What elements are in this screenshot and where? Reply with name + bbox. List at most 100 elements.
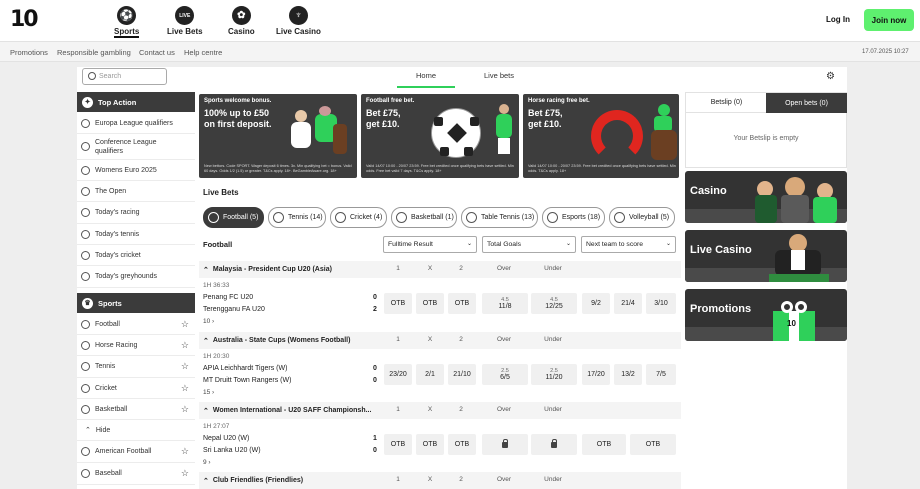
- nav-sports[interactable]: ⚽ Sports: [114, 6, 140, 38]
- tab-home[interactable]: Home: [416, 71, 436, 80]
- star-icon[interactable]: ☆: [181, 319, 189, 330]
- odds-button[interactable]: OTB: [582, 434, 626, 455]
- nav-live-casino[interactable]: ♆ Live Casino: [276, 6, 321, 36]
- join-now-button[interactable]: Join now: [864, 9, 914, 31]
- sidebar-item-womens-euro[interactable]: Womens Euro 2025: [77, 160, 195, 181]
- odds-button[interactable]: OTB: [416, 293, 444, 314]
- odds-button[interactable]: 2.5 11/20: [531, 364, 577, 385]
- nav-live-bets[interactable]: LIVE Live Bets: [167, 6, 203, 36]
- sidebar-item-todays-racing[interactable]: Today's racing: [77, 202, 195, 224]
- banner-sports-welcome[interactable]: Sports welcome bonus. 100% up to £50 on …: [199, 94, 357, 178]
- odds-button[interactable]: 3/10: [646, 293, 676, 314]
- responsible-gambling-link[interactable]: Responsible gambling: [57, 48, 131, 57]
- sidebar-item-horse-racing[interactable]: Horse Racing ☆: [77, 335, 195, 356]
- sidebar-item-todays-cricket[interactable]: Today's cricket: [77, 245, 195, 266]
- star-icon[interactable]: ☆: [181, 468, 189, 479]
- odds-button[interactable]: 4.5 11/8: [482, 293, 528, 314]
- casino-characters-illustration: [755, 177, 843, 223]
- dropdown-next-team-to-score[interactable]: Next team to score ⌄: [581, 236, 676, 253]
- sidebar-item-cricket[interactable]: Cricket ☆: [77, 378, 195, 399]
- help-centre-link[interactable]: Help centre: [184, 48, 222, 57]
- gift-box-illustration: 10: [771, 301, 817, 341]
- odds-button[interactable]: 7/5: [646, 364, 676, 385]
- star-icon[interactable]: ☆: [181, 383, 189, 394]
- more-markets-link[interactable]: 15 ›: [203, 389, 214, 396]
- tab-open-bets[interactable]: Open bets (0): [766, 93, 847, 113]
- lock-icon: [551, 438, 557, 448]
- star-icon[interactable]: ☆: [181, 404, 189, 415]
- star-icon[interactable]: ☆: [181, 340, 189, 351]
- odds-button[interactable]: 4.5 12/25: [531, 293, 577, 314]
- home-team[interactable]: APIA Leichhardt Tigers (W): [203, 365, 287, 372]
- nav-casino[interactable]: ✿ Casino: [228, 6, 255, 36]
- away-team[interactable]: Terengganu FA U20: [203, 306, 265, 313]
- away-team[interactable]: Sri Lanka U20 (W): [203, 447, 261, 454]
- sidebar-item-todays-greyhounds[interactable]: Today's greyhounds: [77, 266, 195, 288]
- brand-logo[interactable]: 10: [10, 7, 46, 35]
- star-icon[interactable]: ☆: [181, 361, 189, 372]
- odds-button[interactable]: OTB: [416, 434, 444, 455]
- login-button[interactable]: Log In: [826, 15, 850, 24]
- promotions-link[interactable]: Promotions: [10, 48, 48, 57]
- promo-live-casino[interactable]: Live Casino: [685, 230, 847, 282]
- promo-casino[interactable]: Casino: [685, 171, 847, 223]
- home-team[interactable]: Penang FC U20: [203, 294, 253, 301]
- contact-us-link[interactable]: Contact us: [139, 48, 175, 57]
- filter-esports[interactable]: Esports (18): [542, 207, 605, 228]
- filter-tennis[interactable]: Tennis (14): [268, 207, 326, 228]
- sidebar-hide-toggle[interactable]: ⌃ Hide: [77, 420, 195, 441]
- competition-header[interactable]: ⌃ Australia - State Cups (Womens Football…: [199, 332, 681, 349]
- filter-table-tennis[interactable]: Table Tennis (13): [461, 207, 538, 228]
- dropdown-fulltime-result[interactable]: Fulltime Result ⌄: [383, 236, 477, 253]
- filter-basketball[interactable]: Basketball (1): [391, 207, 457, 228]
- odds-button[interactable]: 2/1: [416, 364, 444, 385]
- home-team[interactable]: Nepal U20 (W): [203, 435, 249, 442]
- away-score: 2: [373, 306, 377, 313]
- football-icon: [81, 142, 90, 151]
- more-markets-link[interactable]: 10 ›: [203, 318, 214, 325]
- sidebar-item-europa[interactable]: Europa League qualifiers: [77, 113, 195, 134]
- sidebar-item-baseball[interactable]: Baseball ☆: [77, 463, 195, 485]
- dropdown-total-goals[interactable]: Total Goals ⌄: [482, 236, 576, 253]
- odds-button[interactable]: 17/20: [582, 364, 610, 385]
- odds-button[interactable]: 21/10: [448, 364, 476, 385]
- filter-cricket[interactable]: Cricket (4): [330, 207, 387, 228]
- chevron-up-icon: ⌃: [203, 337, 209, 345]
- football-icon: [81, 118, 90, 128]
- sidebar-item-tennis[interactable]: Tennis ☆: [77, 356, 195, 378]
- sidebar-item-todays-tennis[interactable]: Today's tennis: [77, 224, 195, 245]
- competition-header[interactable]: ⌃ Club Friendlies (Friendlies) 1 X 2 Over Und…: [199, 472, 681, 489]
- competition-header[interactable]: ⌃ Women International - U20 SAFF Champion…: [199, 402, 681, 419]
- competition-header[interactable]: ⌃ Malaysia - President Cup U20 (Asia) 1X2…: [199, 261, 681, 278]
- live-icon: LIVE: [175, 6, 195, 25]
- odds-button[interactable]: 21/4: [614, 293, 642, 314]
- filter-volleyball[interactable]: Volleyball (5): [609, 207, 675, 228]
- sidebar-item-the-open[interactable]: The Open: [77, 181, 195, 202]
- odds-button[interactable]: OTB: [384, 434, 412, 455]
- tab-betslip[interactable]: Betslip (0): [686, 93, 767, 113]
- away-team[interactable]: MT Druitt Town Rangers (W): [203, 377, 291, 384]
- banner-horse-racing-free-bet[interactable]: Horse racing free bet. Bet £75, get £10.…: [523, 94, 679, 178]
- sidebar-item-basketball[interactable]: Basketball ☆: [77, 399, 195, 420]
- tab-live-bets[interactable]: Live bets: [484, 71, 514, 80]
- banner-football-free-bet[interactable]: Football free bet. Bet £75, get £10. Val…: [361, 94, 519, 178]
- star-icon[interactable]: ☆: [181, 446, 189, 457]
- promo-promotions[interactable]: Promotions 10: [685, 289, 847, 341]
- gear-icon[interactable]: ⚙: [826, 71, 835, 82]
- odds-button[interactable]: 23/20: [384, 364, 412, 385]
- odds-button[interactable]: 2.5 6/5: [482, 364, 528, 385]
- odds-button[interactable]: OTB: [630, 434, 676, 455]
- odds-button[interactable]: 9/2: [582, 293, 610, 314]
- search-input[interactable]: Search: [82, 68, 167, 85]
- more-markets-link[interactable]: 9 ›: [203, 459, 211, 466]
- odds-button[interactable]: OTB: [448, 434, 476, 455]
- filter-football[interactable]: Football (5): [203, 207, 264, 228]
- sidebar-item-football[interactable]: Football ☆: [77, 314, 195, 335]
- odds-button[interactable]: OTB: [384, 293, 412, 314]
- dealer-icon: ♆: [288, 6, 308, 25]
- sidebar-item-american-football[interactable]: American Football ☆: [77, 441, 195, 463]
- odds-button[interactable]: 13/2: [614, 364, 642, 385]
- sidebar-item-conference[interactable]: Conference League qualifiers: [77, 134, 195, 160]
- odds-button[interactable]: OTB: [448, 293, 476, 314]
- sports-header: ♛ Sports: [77, 293, 195, 313]
